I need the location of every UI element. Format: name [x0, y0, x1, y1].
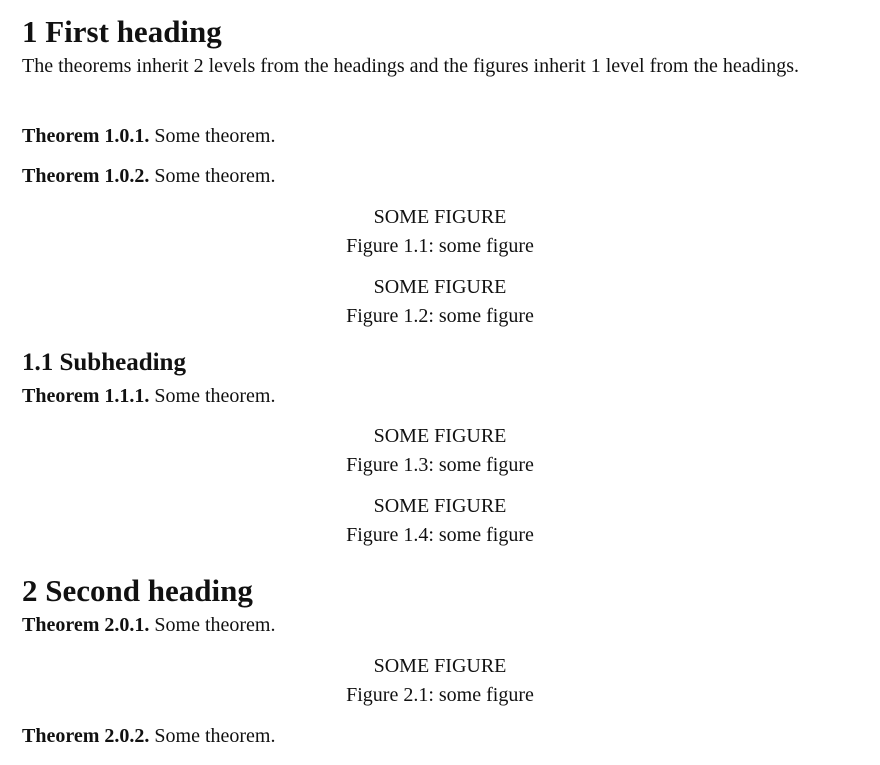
figure-1-3: SOME FIGURE Figure 1.3: some figure	[22, 422, 858, 480]
figure-body: SOME FIGURE	[373, 276, 507, 298]
section-title: First heading	[45, 14, 222, 49]
theorem-label: Theorem 1.0.2.	[22, 165, 150, 187]
theorem-text: Some theorem.	[154, 725, 276, 747]
theorem-text: Some theorem.	[154, 385, 276, 407]
figure-1-4: SOME FIGURE Figure 1.4: some figure	[22, 492, 858, 550]
section-title: Second heading	[45, 573, 253, 608]
figure-body: SOME FIGURE	[373, 495, 507, 517]
subsection-heading-1-1: 1.1 Subheading	[22, 348, 186, 378]
theorem-text: Some theorem.	[154, 125, 276, 147]
theorem-label: Theorem 2.0.1.	[22, 614, 150, 636]
figure-1-2: SOME FIGURE Figure 1.2: some figure	[22, 273, 858, 331]
figure-body: SOME FIGURE	[373, 206, 507, 228]
figure-1-1: SOME FIGURE Figure 1.1: some figure	[22, 203, 858, 261]
figure-body: SOME FIGURE	[373, 425, 507, 447]
theorem-1-0-1: Theorem 1.0.1. Some theorem.	[22, 123, 276, 149]
theorem-text: Some theorem.	[154, 614, 276, 636]
intro-paragraph: The theorems inherit 2 levels from the h…	[22, 55, 799, 77]
figure-caption: Figure 1.4: some figure	[346, 524, 534, 546]
figure-caption: Figure 1.3: some figure	[346, 454, 534, 476]
section-number: 2	[22, 573, 38, 608]
section-heading-1: 1 First heading	[22, 14, 222, 50]
figure-caption: Figure 2.1: some figure	[346, 684, 534, 706]
section-number: 1.1	[22, 349, 54, 376]
figure-caption: Figure 1.1: some figure	[346, 235, 534, 257]
section-title: Subheading	[59, 349, 186, 376]
theorem-1-0-2: Theorem 1.0.2. Some theorem.	[22, 163, 276, 189]
theorem-text: Some theorem.	[154, 165, 276, 187]
section-heading-2: 2 Second heading	[22, 573, 253, 609]
theorem-label: Theorem 1.0.1.	[22, 125, 150, 147]
theorem-label: Theorem 2.0.2.	[22, 725, 150, 747]
theorem-2-0-2: Theorem 2.0.2. Some theorem.	[22, 723, 276, 749]
figure-body: SOME FIGURE	[373, 655, 507, 677]
section-number: 1	[22, 14, 38, 49]
theorem-label: Theorem 1.1.1.	[22, 385, 150, 407]
theorem-1-1-1: Theorem 1.1.1. Some theorem.	[22, 383, 276, 409]
figure-caption: Figure 1.2: some figure	[346, 305, 534, 327]
theorem-2-0-1: Theorem 2.0.1. Some theorem.	[22, 612, 276, 638]
figure-2-1: SOME FIGURE Figure 2.1: some figure	[22, 652, 858, 710]
